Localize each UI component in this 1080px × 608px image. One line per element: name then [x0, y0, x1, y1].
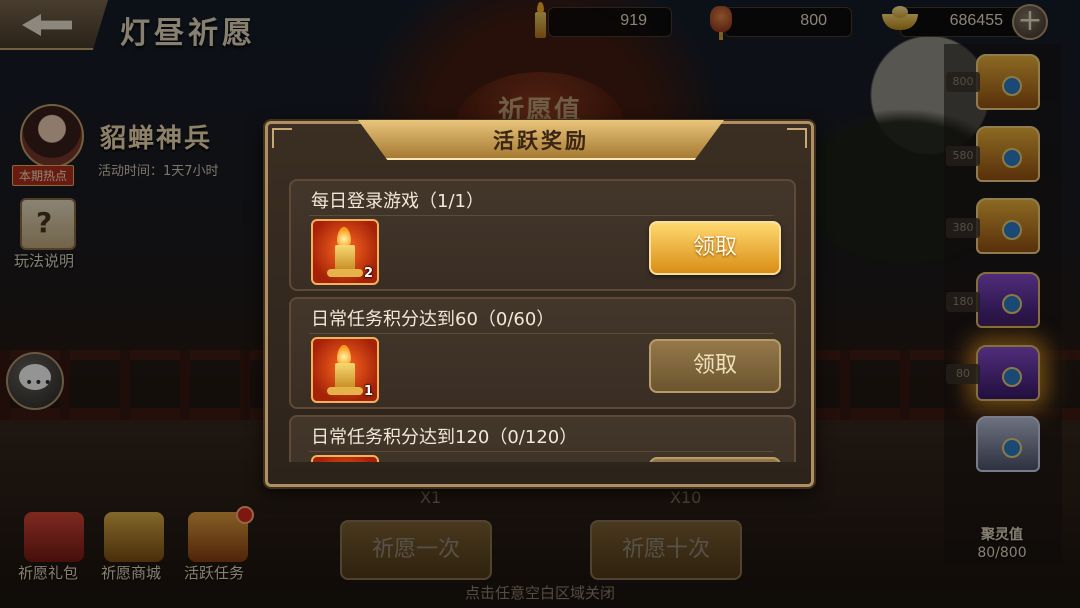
claim-button[interactable]: 领取 — [649, 221, 781, 275]
modal-title: 活跃奖励 — [493, 128, 589, 153]
task-row: 日常任务积分达到60（0/60） 1 领取 — [289, 297, 796, 409]
divider — [309, 333, 774, 334]
candle-reward-icon[interactable]: 2 — [311, 219, 379, 285]
task-row: 每日登录游戏（1/1） 2 领取 — [289, 179, 796, 291]
claim-button[interactable] — [649, 457, 781, 462]
reward-quantity: 2 — [363, 266, 373, 281]
task-row: 日常任务积分达到120（0/120） — [289, 415, 796, 462]
task-title: 日常任务积分达到60（0/60） — [311, 309, 555, 330]
divider — [309, 215, 774, 216]
task-title: 日常任务积分达到120（0/120） — [311, 427, 578, 448]
candle-reward-icon[interactable] — [311, 455, 379, 462]
reward-quantity: 1 — [363, 384, 373, 399]
claim-button[interactable]: 领取 — [649, 339, 781, 393]
task-list[interactable]: 每日登录游戏（1/1） 2 领取 日常任务积分达到60（0/60） 1 领取 日… — [289, 179, 796, 462]
divider — [309, 451, 774, 452]
active-reward-modal: 活跃奖励 每日登录游戏（1/1） 2 领取 日常任务积分达到60（0/60） 1… — [265, 120, 814, 487]
candle-reward-icon[interactable]: 1 — [311, 337, 379, 403]
modal-header: 活跃奖励 — [358, 120, 724, 160]
task-title: 每日登录游戏（1/1） — [311, 191, 484, 212]
